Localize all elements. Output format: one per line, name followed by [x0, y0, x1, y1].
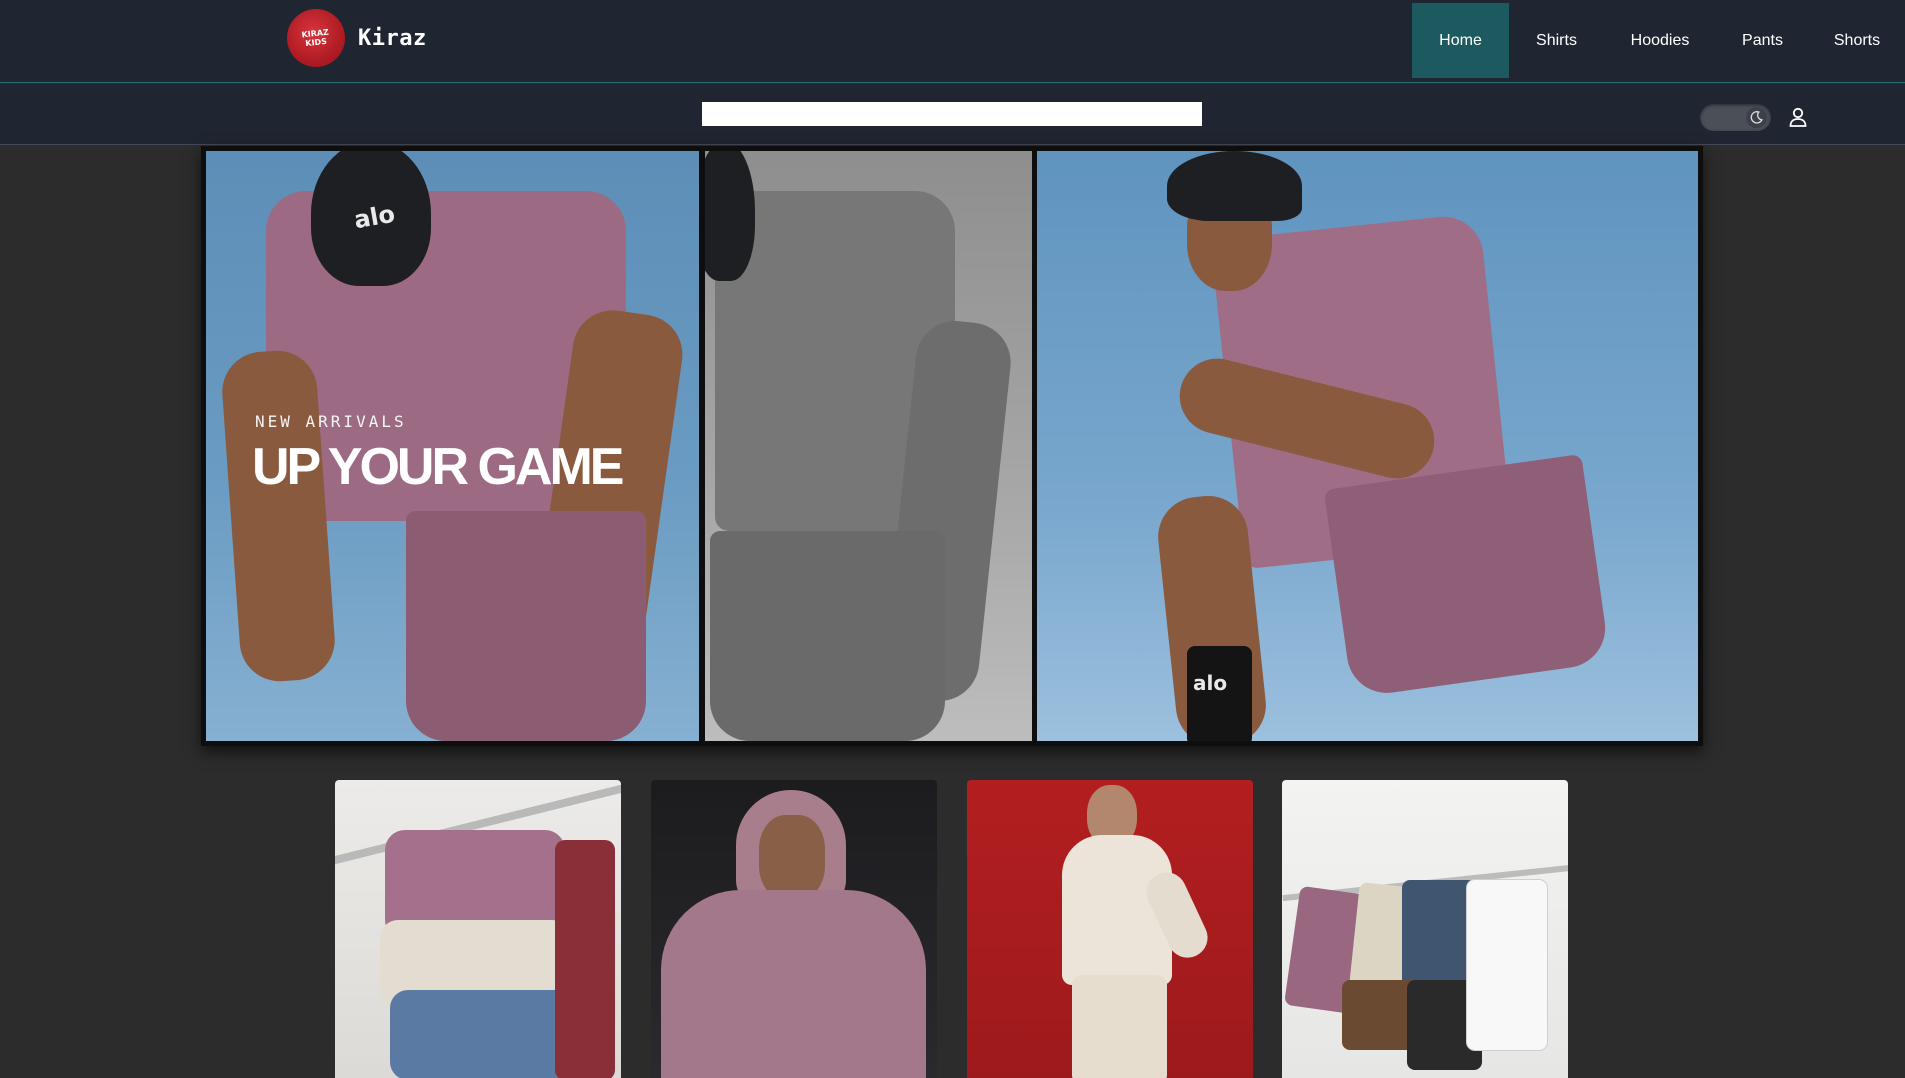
hero-banner[interactable]: alo NEW ARRIVALS UP YOUR GAME alo — [201, 146, 1703, 746]
top-navbar: KIRAZ KIDS Kiraz Home Shirts Hoodies Pan… — [0, 0, 1905, 83]
shirts-category-card[interactable] — [335, 780, 621, 1078]
brand-name[interactable]: Kiraz — [358, 26, 427, 51]
main-nav: Home Shirts Hoodies Pants Shorts — [1412, 3, 1905, 78]
hero-headline: UP YOUR GAME — [252, 438, 624, 496]
user-icon[interactable] — [1786, 105, 1810, 129]
brand-logo[interactable]: KIRAZ KIDS — [287, 9, 345, 67]
white-shorts — [1467, 880, 1547, 1050]
cargo-pants — [1072, 975, 1167, 1078]
pants-category-card[interactable] — [967, 780, 1253, 1078]
nav-pants[interactable]: Pants — [1716, 3, 1809, 78]
search-input[interactable] — [702, 102, 1202, 126]
shorts-category-card[interactable] — [1282, 780, 1568, 1078]
theme-toggle[interactable] — [1700, 104, 1771, 131]
nav-shirts[interactable]: Shirts — [1509, 3, 1604, 78]
shorts-shape — [710, 531, 945, 741]
hero-image-left: alo NEW ARRIVALS UP YOUR GAME — [206, 151, 699, 741]
hero-image-right: alo — [1037, 151, 1698, 741]
blue-shirt — [390, 990, 575, 1078]
face-shape — [759, 815, 825, 900]
logo-lettering: KIRAZ KIDS — [301, 27, 330, 49]
navy-shorts — [1402, 880, 1477, 990]
shorts-shape — [406, 511, 646, 741]
search-bar — [0, 84, 1905, 145]
cap-shape — [705, 151, 755, 281]
nav-home[interactable]: Home — [1412, 3, 1509, 78]
shorts-shape — [1323, 453, 1611, 699]
hero-kicker: NEW ARRIVALS — [255, 412, 407, 431]
toggle-knob — [1746, 107, 1767, 128]
hero-image-middle — [705, 151, 1032, 741]
hoodie-body — [661, 890, 926, 1078]
cap-shape — [1167, 151, 1302, 221]
nav-hoodies[interactable]: Hoodies — [1604, 3, 1716, 78]
moon-icon — [1750, 111, 1763, 124]
sock-logo-text: alo — [1193, 671, 1228, 695]
nav-shorts[interactable]: Shorts — [1809, 3, 1905, 78]
hoodies-category-card[interactable] — [651, 780, 937, 1078]
maroon-shirt — [555, 840, 615, 1078]
